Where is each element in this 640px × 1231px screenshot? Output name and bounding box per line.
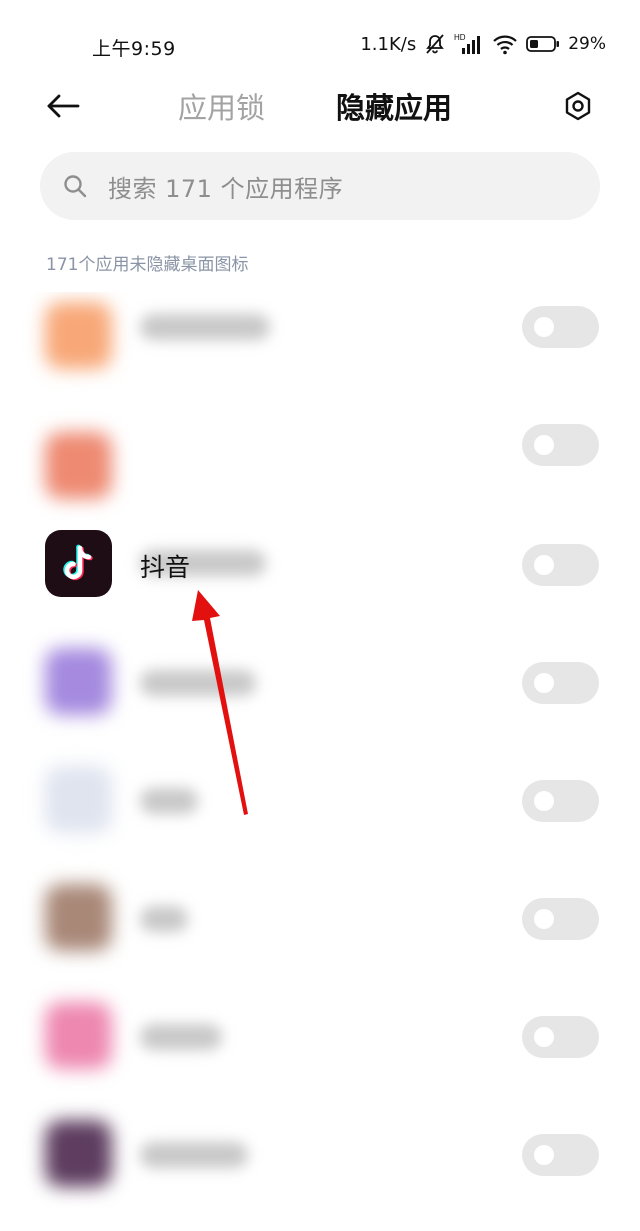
hide-app-toggle[interactable] [522, 1134, 599, 1176]
hide-app-toggle[interactable] [522, 898, 599, 940]
wifi-icon [492, 33, 518, 55]
app-name: 抖音 [140, 553, 191, 582]
battery-icon [526, 35, 560, 53]
toggle-knob [534, 555, 554, 575]
hide-app-toggle[interactable] [522, 544, 599, 586]
toggle-knob [534, 909, 554, 929]
list-item [0, 1002, 640, 1120]
list-item-douyin: 抖音 [0, 530, 640, 648]
battery-percent: 29% [568, 34, 606, 54]
hide-app-toggle[interactable] [522, 306, 599, 348]
list-item [0, 410, 640, 576]
list-item [0, 648, 640, 766]
app-name-blurred [140, 1024, 222, 1050]
tab-hidden-apps[interactable]: 隐藏应用 [336, 88, 452, 128]
hide-app-toggle[interactable] [522, 424, 599, 466]
settings-gear-icon [563, 91, 593, 125]
tab-app-lock[interactable]: 应用锁 [178, 88, 265, 128]
hd-label: HD [454, 33, 466, 42]
app-name-blurred [140, 314, 270, 340]
search-placeholder: 搜索 171 个应用程序 [108, 174, 344, 203]
toggle-knob [534, 673, 554, 693]
app-name-blurred [140, 788, 198, 814]
network-speed: 1.1K/s [360, 33, 417, 55]
mute-bell-icon [424, 33, 446, 55]
hide-app-toggle[interactable] [522, 1016, 599, 1058]
toggle-knob [534, 435, 554, 455]
toggle-knob [534, 1027, 554, 1047]
app-icon [45, 432, 112, 499]
app-name-blurred [140, 670, 256, 696]
toggle-knob [534, 317, 554, 337]
top-nav: 应用锁 隐藏应用 [0, 76, 640, 140]
app-icon [45, 1002, 112, 1069]
settings-button[interactable] [558, 88, 598, 128]
app-list: 抖音 [0, 292, 640, 1231]
list-item [0, 884, 640, 1002]
search-bar[interactable]: 搜索 171 个应用程序 [40, 152, 600, 220]
search-icon [62, 173, 88, 199]
arrow-left-icon [46, 94, 80, 122]
app-icon [45, 884, 112, 951]
status-time: 上午9:59 [92, 38, 176, 60]
section-label: 171个应用未隐藏桌面图标 [46, 255, 249, 275]
toggle-knob [534, 791, 554, 811]
list-item [0, 292, 640, 410]
app-icon [45, 648, 112, 715]
app-icon [45, 1120, 112, 1187]
status-indicators: 1.1K/s HD 29% [360, 30, 606, 58]
toggle-knob [534, 1145, 554, 1165]
list-item [0, 1120, 640, 1231]
app-icon [45, 766, 112, 833]
list-item [0, 766, 640, 884]
hide-app-toggle[interactable] [522, 780, 599, 822]
app-name-blurred [140, 1142, 248, 1168]
hide-app-toggle[interactable] [522, 662, 599, 704]
douyin-app-icon [45, 530, 112, 597]
app-icon [45, 302, 112, 369]
back-button[interactable] [40, 88, 86, 128]
signal-icon: HD [454, 32, 484, 56]
app-name-blurred [140, 906, 188, 932]
